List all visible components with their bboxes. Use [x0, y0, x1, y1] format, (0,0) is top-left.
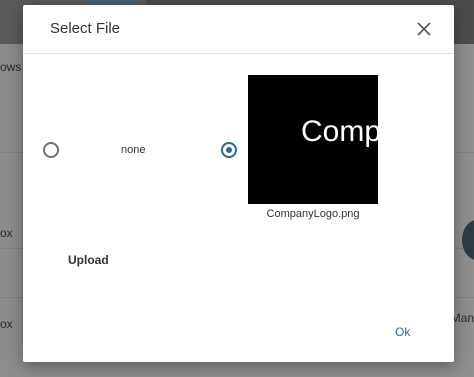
- file-name-label: CompanyLogo.png: [266, 208, 360, 220]
- background-illustration: [462, 220, 474, 260]
- file-thumbnail[interactable]: Compa: [248, 75, 378, 204]
- upload-button[interactable]: Upload: [68, 253, 109, 267]
- dialog-title: Select File: [50, 20, 121, 37]
- background-right-label: Man: [450, 311, 474, 325]
- select-file-dialog: Select File none Compa CompanyLogo.png U…: [23, 5, 454, 362]
- radio-selected-dot: [226, 147, 232, 153]
- background-row-label: ox: [0, 317, 13, 331]
- close-icon: [417, 22, 431, 36]
- ok-button[interactable]: Ok: [395, 325, 410, 339]
- thumbnail-image-text: Compa: [301, 115, 378, 148]
- background-row-label: ox: [0, 226, 13, 240]
- dialog-header: Select File: [23, 5, 454, 54]
- option-none-label: none: [121, 144, 146, 156]
- background-row-label: ows: [0, 60, 22, 74]
- page: ows ox ox Man Select File none Compa Com…: [0, 0, 474, 377]
- radio-none[interactable]: [43, 142, 59, 158]
- close-button[interactable]: [414, 19, 434, 39]
- radio-company-logo[interactable]: [221, 142, 237, 158]
- background-tab-accent: [86, 0, 138, 4]
